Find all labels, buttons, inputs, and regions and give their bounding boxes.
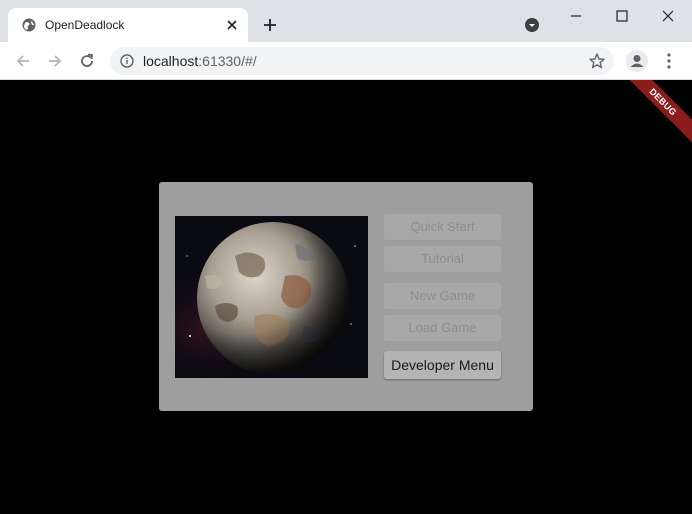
close-window-icon[interactable] bbox=[660, 8, 676, 24]
app-viewport: DEBUG Quick Start Tutorial New Game Load… bbox=[0, 80, 692, 514]
planet-image bbox=[175, 216, 368, 378]
minimize-icon[interactable] bbox=[568, 8, 584, 24]
url-text[interactable]: localhost:61330/#/ bbox=[143, 53, 257, 69]
address-bar[interactable]: localhost:61330/#/ bbox=[110, 47, 614, 75]
url-host: localhost bbox=[143, 53, 199, 69]
browser-tab[interactable]: OpenDeadlock bbox=[8, 8, 248, 42]
back-icon[interactable] bbox=[14, 52, 32, 70]
profile-avatar[interactable] bbox=[626, 50, 648, 72]
tab-search-icon[interactable] bbox=[524, 17, 540, 33]
tab-title: OpenDeadlock bbox=[45, 18, 125, 32]
tutorial-button[interactable]: Tutorial bbox=[384, 246, 501, 272]
new-game-button[interactable]: New Game bbox=[384, 283, 501, 309]
site-info-icon[interactable] bbox=[120, 54, 134, 68]
more-options-icon[interactable] bbox=[664, 52, 674, 70]
browser-titlebar: OpenDeadlock bbox=[0, 0, 692, 42]
forward-icon[interactable] bbox=[46, 52, 64, 70]
debug-banner: DEBUG bbox=[618, 80, 692, 147]
browser-toolbar: localhost:61330/#/ bbox=[0, 42, 692, 80]
bookmark-star-icon[interactable] bbox=[588, 52, 606, 70]
new-tab-icon[interactable] bbox=[262, 17, 278, 33]
developer-menu-button[interactable]: Developer Menu bbox=[384, 351, 501, 379]
main-menu-panel: Quick Start Tutorial New Game Load Game … bbox=[159, 182, 533, 411]
reload-icon[interactable] bbox=[78, 52, 96, 70]
globe-icon bbox=[22, 18, 36, 32]
person-icon bbox=[630, 55, 644, 67]
load-game-button[interactable]: Load Game bbox=[384, 315, 501, 341]
url-path: :61330/#/ bbox=[198, 53, 257, 69]
quick-start-button[interactable]: Quick Start bbox=[384, 214, 501, 240]
maximize-icon[interactable] bbox=[614, 8, 630, 24]
close-tab-icon[interactable] bbox=[224, 17, 240, 33]
